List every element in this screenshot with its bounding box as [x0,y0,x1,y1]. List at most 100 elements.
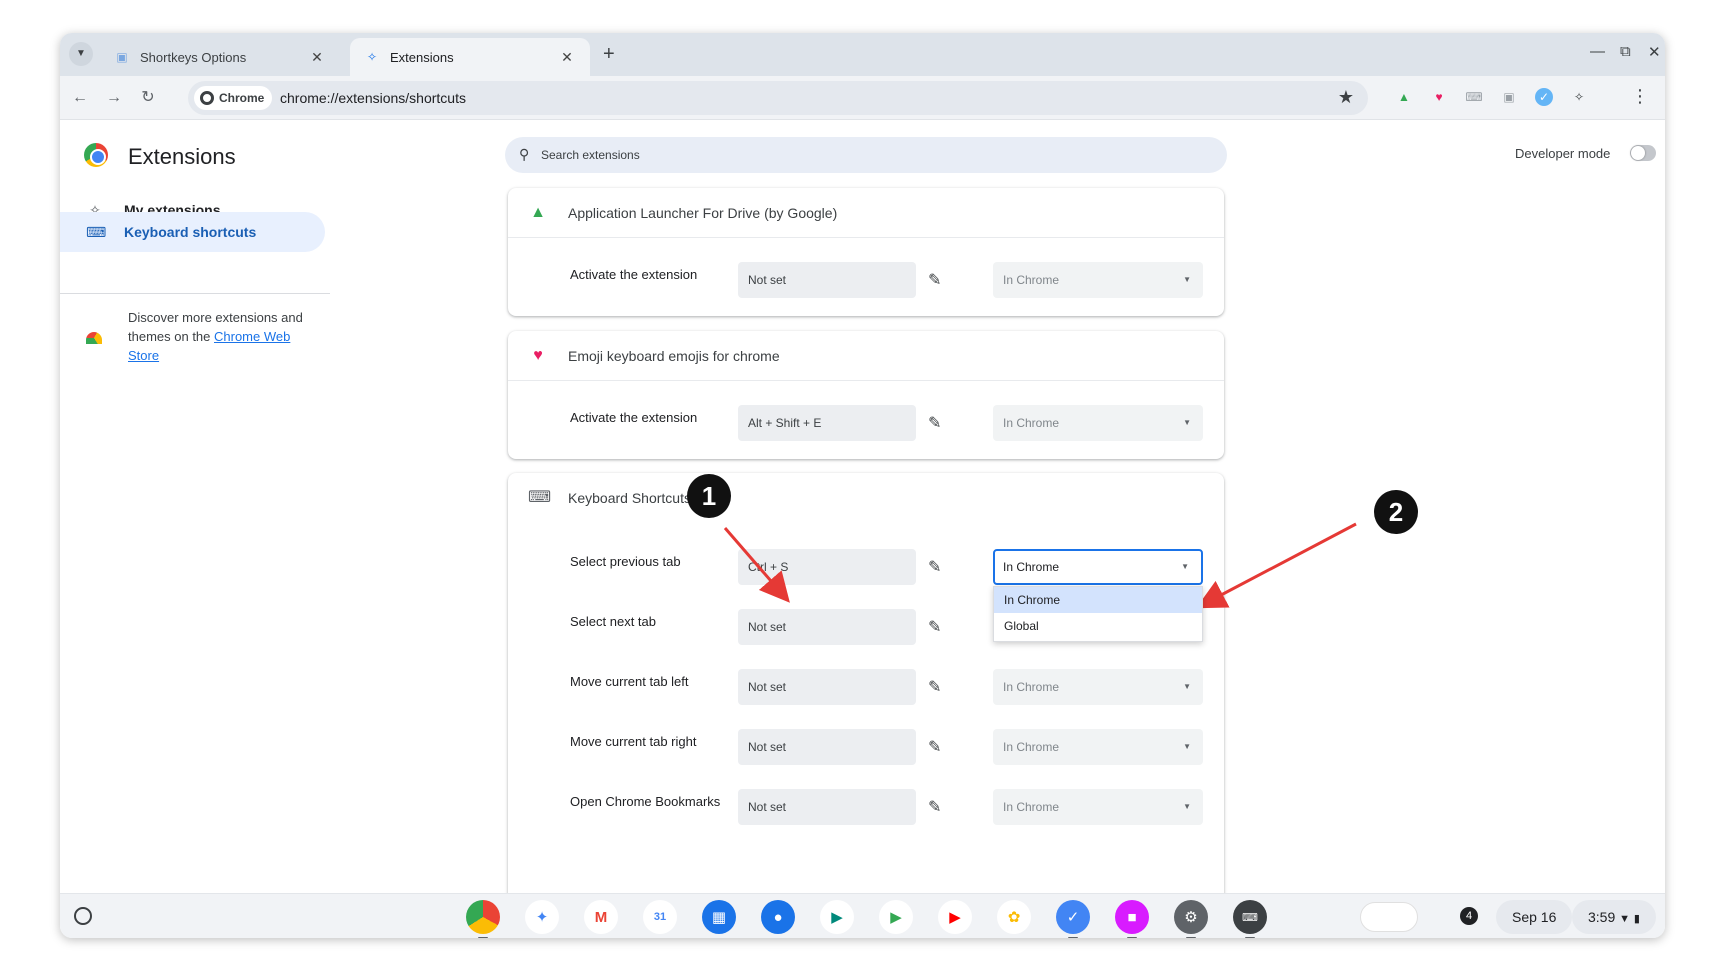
sidebar-item-keyboard-shortcuts[interactable]: ⌨ Keyboard shortcuts [60,212,325,252]
minimize-icon[interactable]: — [1590,43,1605,60]
back-icon[interactable]: ← [68,86,92,110]
launcher-icon[interactable] [74,907,92,925]
browser-toolbar: ← → ↻ Chrome chrome://extensions/shortcu… [60,76,1665,120]
messages-app-icon[interactable]: ● [761,900,795,934]
reload-icon[interactable]: ↻ [136,86,160,110]
command-row: Move current tab left Not set ✎ In Chrom… [508,666,1224,706]
chevron-down-icon: ▼ [1183,682,1191,691]
calendar-app-icon[interactable]: 31 [643,900,677,934]
edit-pencil-icon[interactable]: ✎ [928,737,941,757]
search-icon: ⚲ [519,146,530,162]
tab-shortkeys-options[interactable]: ▣ Shortkeys Options ✕ [100,38,340,76]
emoji-extension-icon[interactable]: ♥ [1430,88,1448,106]
tab-search-dropdown[interactable]: ▼ [69,42,93,66]
notification-badge[interactable]: 4 [1460,907,1478,925]
edit-pencil-icon[interactable]: ✎ [928,677,941,697]
command-label: Move current tab right [570,734,697,749]
shortcut-input[interactable]: Ctrl + S [738,549,916,585]
card-header: ⌨ Keyboard Shortcuts [508,473,1224,523]
drive-extension-icon[interactable]: ▲ [1395,88,1413,106]
command-label: Move current tab left [570,674,689,689]
scope-value: In Chrome [1003,740,1060,754]
date-pill[interactable]: Sep 16 [1496,900,1573,934]
browser-window: ▼ ▣ Shortkeys Options ✕ ✧ Extensions ✕ +… [60,33,1665,938]
scope-select[interactable]: In Chrome ▼ [993,729,1203,765]
command-label: Activate the extension [570,267,698,282]
scope-option-global[interactable]: Global [994,613,1202,639]
command-label: Select previous tab [570,554,681,569]
edit-pencil-icon[interactable]: ✎ [928,413,941,433]
search-placeholder: Search extensions [541,148,640,162]
discover-text: Discover more extensions and themes on t… [128,308,308,365]
keyboard-icon: ⌨ [528,489,552,506]
url-text[interactable]: chrome://extensions/shortcuts [280,90,466,106]
sidebar-divider [60,293,330,294]
close-tab-icon[interactable]: ✕ [558,49,576,66]
extensions-logo-icon [84,143,108,167]
developer-mode-toggle[interactable] [1630,145,1656,161]
close-tab-icon[interactable]: ✕ [308,49,326,66]
files-app-icon[interactable]: ▦ [702,900,736,934]
keyboard-extension-icon[interactable]: ⌨ [1465,88,1483,106]
holding-space-icon[interactable] [1360,902,1418,932]
scope-select[interactable]: In Chrome ▼ [993,405,1203,441]
close-window-icon[interactable]: ✕ [1648,43,1661,61]
chevron-down-icon: ▼ [1181,562,1189,571]
play-store-app-icon[interactable]: ▶ [879,900,913,934]
extension-name: Keyboard Shortcuts [568,490,691,506]
shortcut-input[interactable]: Not set [738,789,916,825]
scope-select[interactable]: In Chrome ▼ [993,789,1203,825]
scope-value: In Chrome [1003,560,1060,574]
youtube-app-icon[interactable]: ▶ [938,900,972,934]
more-menu-icon[interactable]: ⋮ [1631,86,1649,107]
new-tab-icon[interactable]: + [603,43,615,66]
shortcut-input[interactable]: Alt + Shift + E [738,405,916,441]
google-drive-icon: ▲ [530,203,546,221]
site-info-chip[interactable]: Chrome [194,86,273,110]
sidebar-item-label: Keyboard shortcuts [124,224,257,240]
bookmark-star-icon[interactable]: ★ [1338,87,1354,108]
chevron-down-icon: ▼ [1183,275,1191,284]
edit-pencil-icon[interactable]: ✎ [928,797,941,817]
restore-icon[interactable]: ⧉ [1620,43,1631,60]
shortcut-input[interactable]: Not set [738,262,916,298]
command-row: Select previous tab Ctrl + S ✎ In Chrome… [508,546,1224,642]
scope-value: In Chrome [1003,800,1060,814]
photos-app-icon[interactable]: ✿ [997,900,1031,934]
shortcut-input[interactable]: Not set [738,669,916,705]
scope-option-in-chrome[interactable]: In Chrome [994,587,1202,613]
command-label: Open Chrome Bookmarks [570,794,721,809]
address-bar[interactable]: Chrome chrome://extensions/shortcuts ★ [188,81,1368,115]
extension-name: Emoji keyboard emojis for chrome [568,347,780,364]
command-row: Open Chrome Bookmarks Not set ✎ In Chrom… [508,786,1224,826]
status-area[interactable]: 3:59 ▼ ▮ [1572,900,1656,934]
command-label: Select next tab [570,614,656,629]
scope-select[interactable]: In Chrome ▼ [993,549,1203,585]
shortkeys-extension-icon[interactable]: ▣ [1500,88,1518,106]
edit-pencil-icon[interactable]: ✎ [928,617,941,637]
command-label: Activate the extension [570,410,698,425]
meet-app-icon[interactable]: ▶ [820,900,854,934]
scope-select[interactable]: In Chrome ▼ [993,262,1203,298]
shortcut-input[interactable]: Not set [738,729,916,765]
settings-app-icon[interactable]: ⚙ [1174,900,1208,938]
extension-app-icon[interactable]: ✓ [1056,900,1090,938]
gemini-app-icon[interactable]: ✦ [525,900,559,934]
search-input[interactable]: ⚲ Search extensions [505,137,1227,173]
chevron-down-icon: ▼ [1183,418,1191,427]
edit-pencil-icon[interactable]: ✎ [928,557,941,577]
scope-select[interactable]: In Chrome ▼ [993,669,1203,705]
app-extension-icon[interactable]: ✓ [1535,88,1553,106]
shortcut-input[interactable]: Not set [738,609,916,645]
chrome-app-icon[interactable] [466,900,500,938]
keyboard-app-icon[interactable]: ⌨ [1233,900,1267,938]
tab-extensions[interactable]: ✧ Extensions ✕ [350,38,590,76]
gmail-app-icon[interactable]: M [584,900,618,934]
forward-icon[interactable]: → [102,86,126,110]
edit-pencil-icon[interactable]: ✎ [928,270,941,290]
scope-value: In Chrome [1003,680,1060,694]
extensions-puzzle-icon[interactable]: ✧ [1570,88,1588,106]
scope-value: In Chrome [1003,273,1060,287]
command-row: Activate the extension Not set ✎ In Chro… [508,259,1224,299]
purple-app-icon[interactable]: ■ [1115,900,1149,938]
